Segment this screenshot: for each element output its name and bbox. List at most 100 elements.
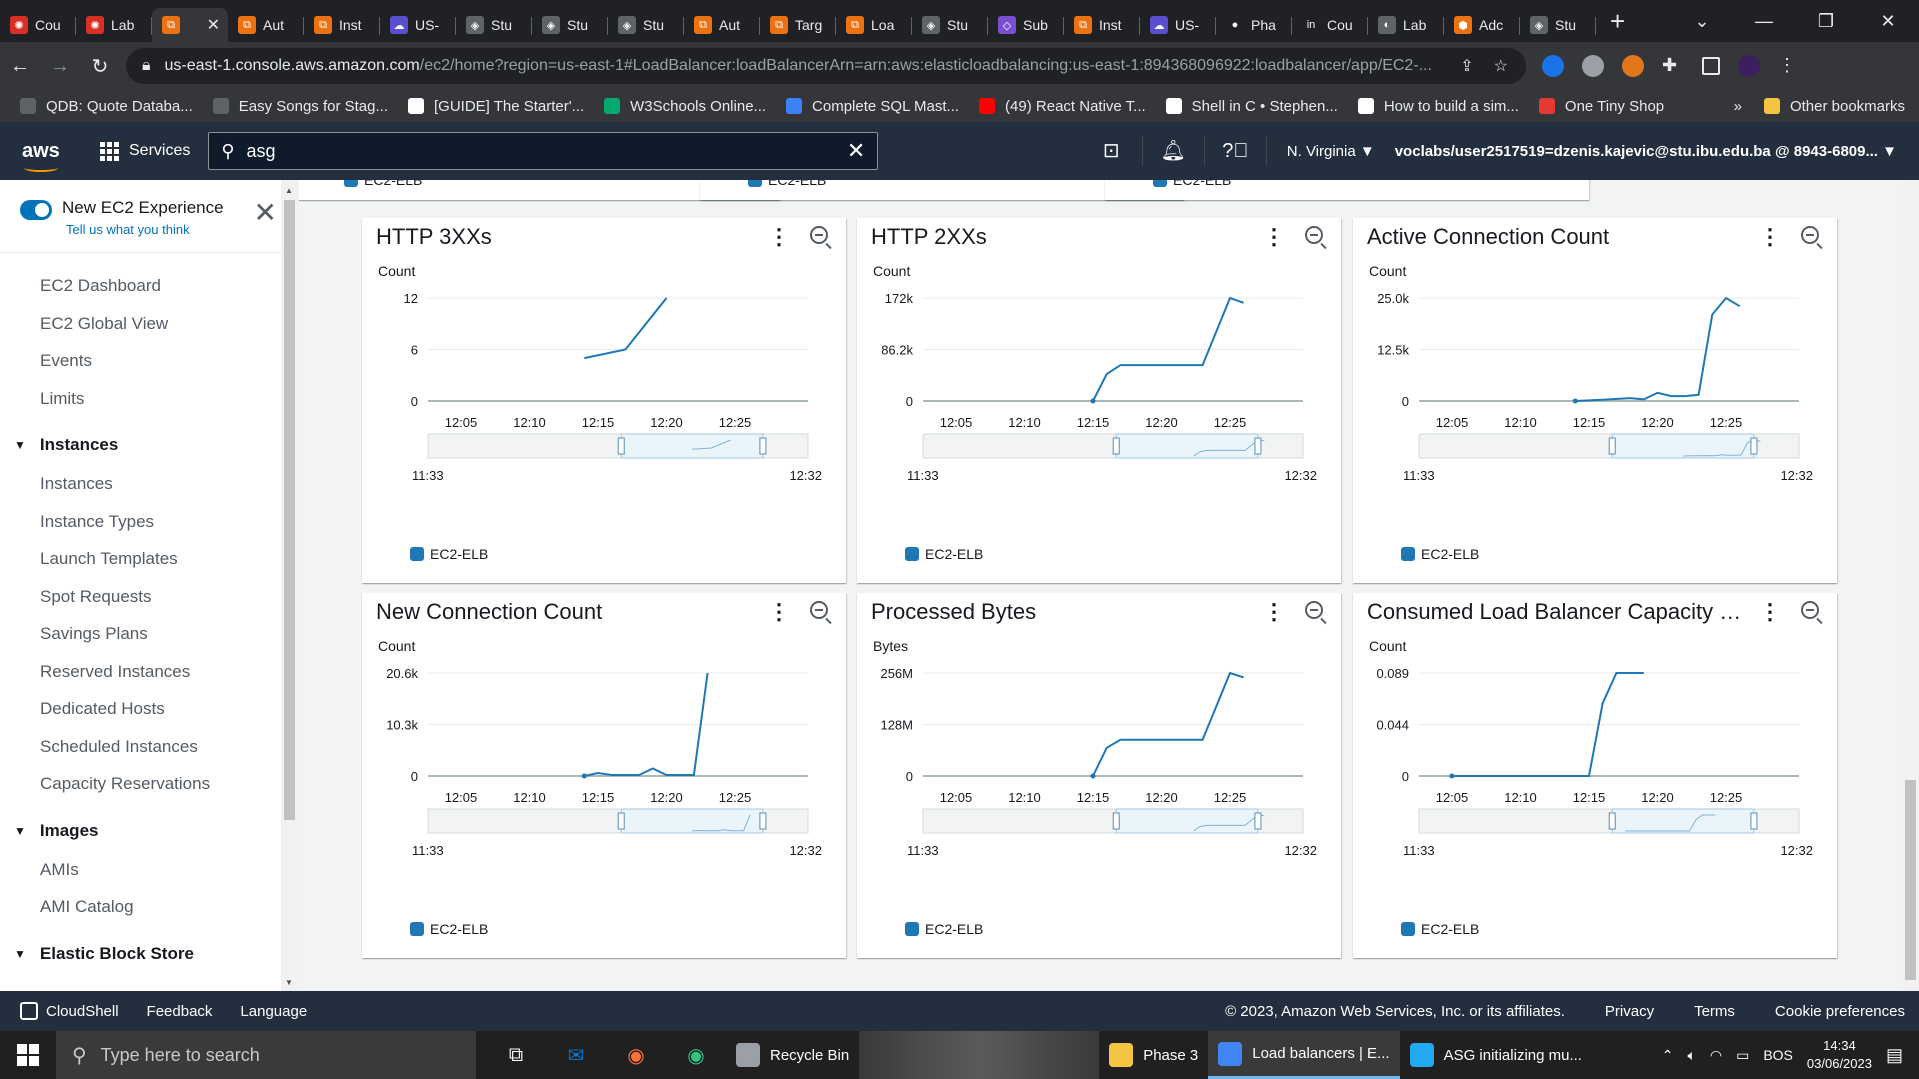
feedback-button[interactable]: Feedback (147, 1003, 213, 1020)
mail-icon[interactable]: ✉ (546, 1043, 606, 1068)
kebab-menu-icon[interactable]: ⋮ (1778, 55, 1796, 77)
lock-icon[interactable]: 🔒︎ (142, 57, 151, 75)
terms-link[interactable]: Terms (1694, 1003, 1735, 1020)
wifi-icon[interactable]: ◠ (1710, 1047, 1722, 1064)
sidebar-item[interactable]: Reserved Instances (0, 653, 297, 691)
sidebar-item[interactable]: Dedicated Hosts (0, 690, 297, 728)
notifications-bell-icon[interactable]: 🔔︎ (1143, 136, 1205, 166)
sidebar-item[interactable]: EC2 Global View (0, 305, 297, 343)
cookie-preferences-link[interactable]: Cookie preferences (1775, 1003, 1905, 1020)
sidebar-item[interactable]: AMI Catalog (0, 888, 297, 926)
bookmarks-overflow-icon[interactable]: » (1734, 98, 1742, 115)
browser-tab[interactable]: ◇ Sub (988, 8, 1064, 42)
tab-close-icon[interactable]: ✕ (207, 15, 220, 35)
sidebar-item[interactable]: Instance Types (0, 503, 297, 541)
region-selector[interactable]: N. Virginia ▼ (1267, 143, 1395, 160)
browser-tab[interactable]: ☁ US- (1140, 8, 1216, 42)
bookmark-item[interactable]: How to build a sim... (1357, 98, 1519, 115)
browser-tab[interactable]: ◈ Stu (608, 8, 684, 42)
bookmark-star-icon[interactable]: ☆ (1494, 56, 1508, 76)
extension-icon[interactable] (1582, 55, 1604, 77)
chevron-up-icon[interactable]: ⌃ (1662, 1047, 1674, 1064)
sidebar-item[interactable]: Scheduled Instances (0, 728, 297, 766)
browser-tab[interactable]: ⧉ Inst (1064, 8, 1140, 42)
browser-tab[interactable]: ⧉ Aut (228, 8, 304, 42)
taskbar-search-input[interactable]: ⚲ Type here to search (56, 1031, 476, 1079)
taskbar-app[interactable]: Phase 3 (1099, 1031, 1208, 1079)
chevron-down-icon[interactable]: ⌄ (1671, 11, 1733, 32)
sidebar-item[interactable]: EC2 Dashboard (0, 267, 297, 305)
browser-tab[interactable]: ✺ Cou (0, 8, 76, 42)
sidebar-item[interactable]: AMIs (0, 851, 297, 889)
bookmark-item[interactable]: QDB: Quote Databa... (20, 98, 193, 115)
cloudshell-button[interactable]: CloudShell (20, 1002, 119, 1020)
browser-tab[interactable]: ☁ US- (380, 8, 456, 42)
puzzle-icon[interactable]: ✚ (1662, 55, 1684, 77)
taskbar-app[interactable]: ASG initializing mu... (1400, 1031, 1592, 1079)
clock[interactable]: 14:34 03/06/2023 (1807, 1037, 1872, 1073)
browser-tab[interactable]: in Cou (1292, 8, 1368, 42)
cloudshell-icon[interactable]: ⊡ (1081, 136, 1143, 166)
browser-tab[interactable]: ⧉ Inst (304, 8, 380, 42)
sidebar-item[interactable]: Events (0, 342, 297, 380)
browser-tab[interactable]: ⧉ Loa (836, 8, 912, 42)
search-input[interactable]: ⚲ asg ✕ (208, 132, 879, 170)
sidebar-section-header[interactable]: ▼ Elastic Block Store (0, 934, 297, 974)
bookmark-item[interactable]: W3Schools Online... (604, 98, 766, 115)
browser-tab[interactable]: ◈ Stu (532, 8, 608, 42)
restore-icon[interactable]: ❐ (1795, 11, 1857, 32)
windows-start-button[interactable] (0, 1044, 56, 1066)
language-button[interactable]: Language (240, 1003, 307, 1020)
bookmark-item[interactable]: Easy Songs for Stag... (212, 98, 388, 115)
account-menu[interactable]: voclabs/user2517519=dzenis.kajevic@stu.i… (1395, 143, 1919, 160)
browser-tab[interactable]: ◈ Stu (456, 8, 532, 42)
new-tab-button[interactable]: + (1610, 6, 1625, 37)
close-icon[interactable]: ✕ (254, 196, 277, 229)
other-bookmarks[interactable]: Other bookmarks (1763, 98, 1905, 115)
reload-button[interactable]: ↻ (80, 54, 120, 79)
bookmark-item[interactable]: Shell in C • Stephen... (1165, 98, 1338, 115)
help-icon[interactable]: ?⃝ (1205, 136, 1267, 166)
volume-icon[interactable]: 🔈︎ (1687, 1047, 1695, 1064)
sidebar-item[interactable]: Instances (0, 465, 297, 503)
notifications-icon[interactable]: ▤ (1886, 1045, 1903, 1066)
services-menu[interactable]: Services (100, 141, 190, 161)
browser-tab[interactable]: ◈ Stu (912, 8, 988, 42)
main-scrollbar[interactable] (1902, 180, 1919, 991)
browser-tab[interactable]: ◈ Stu (1520, 8, 1596, 42)
browser-tab[interactable]: ◐ Lab (1368, 8, 1444, 42)
browser-tab[interactable]: ⧉ Targ (760, 8, 836, 42)
privacy-link[interactable]: Privacy (1605, 1003, 1654, 1020)
sidebar-item[interactable]: Capacity Reservations (0, 765, 297, 803)
share-icon[interactable]: ⇪ (1460, 56, 1473, 76)
task-view-icon[interactable]: ⧉ (486, 1044, 546, 1067)
edge-icon[interactable]: ◉ (666, 1043, 726, 1068)
bookmark-item[interactable]: [GUIDE] The Starter'... (408, 98, 584, 115)
sidebar-item[interactable]: Launch Templates (0, 540, 297, 578)
sidebar-item[interactable]: Savings Plans (0, 615, 297, 653)
sidepanel-icon[interactable] (1702, 57, 1720, 75)
browser-tab[interactable]: ⬢ Adc (1444, 8, 1520, 42)
sidebar-section-header[interactable]: ▼ Instances (0, 425, 297, 465)
taskbar-app[interactable]: Recycle Bin (726, 1031, 859, 1079)
extension-icon[interactable] (1542, 55, 1564, 77)
back-button[interactable]: ← (0, 55, 40, 78)
taskbar-app[interactable]: Load balancers | E... (1208, 1031, 1400, 1079)
sidebar-item[interactable]: Limits (0, 380, 297, 418)
bookmark-item[interactable]: Complete SQL Mast... (786, 98, 959, 115)
clear-search-icon[interactable]: ✕ (847, 138, 865, 164)
minimize-icon[interactable]: — (1733, 11, 1795, 32)
close-window-icon[interactable]: ✕ (1857, 11, 1919, 32)
aws-logo[interactable]: aws (22, 140, 82, 172)
browser-tab[interactable]: ● Pha (1216, 8, 1292, 42)
metamask-icon[interactable] (1622, 55, 1644, 77)
language-indicator[interactable]: BOS (1763, 1047, 1793, 1063)
forward-button[interactable]: → (40, 55, 80, 78)
address-bar[interactable]: 🔒︎ us-east-1.console.aws.amazon.com /ec2… (126, 48, 1526, 84)
firefox-icon[interactable]: ◉ (606, 1043, 666, 1068)
bookmark-item[interactable]: One Tiny Shop (1538, 98, 1664, 115)
sidebar-scrollbar[interactable]: ▲ ▼ (281, 180, 298, 991)
browser-tab[interactable]: ⧉ Aut (684, 8, 760, 42)
profile-avatar[interactable] (1738, 55, 1760, 77)
sidebar-item[interactable]: Spot Requests (0, 578, 297, 616)
